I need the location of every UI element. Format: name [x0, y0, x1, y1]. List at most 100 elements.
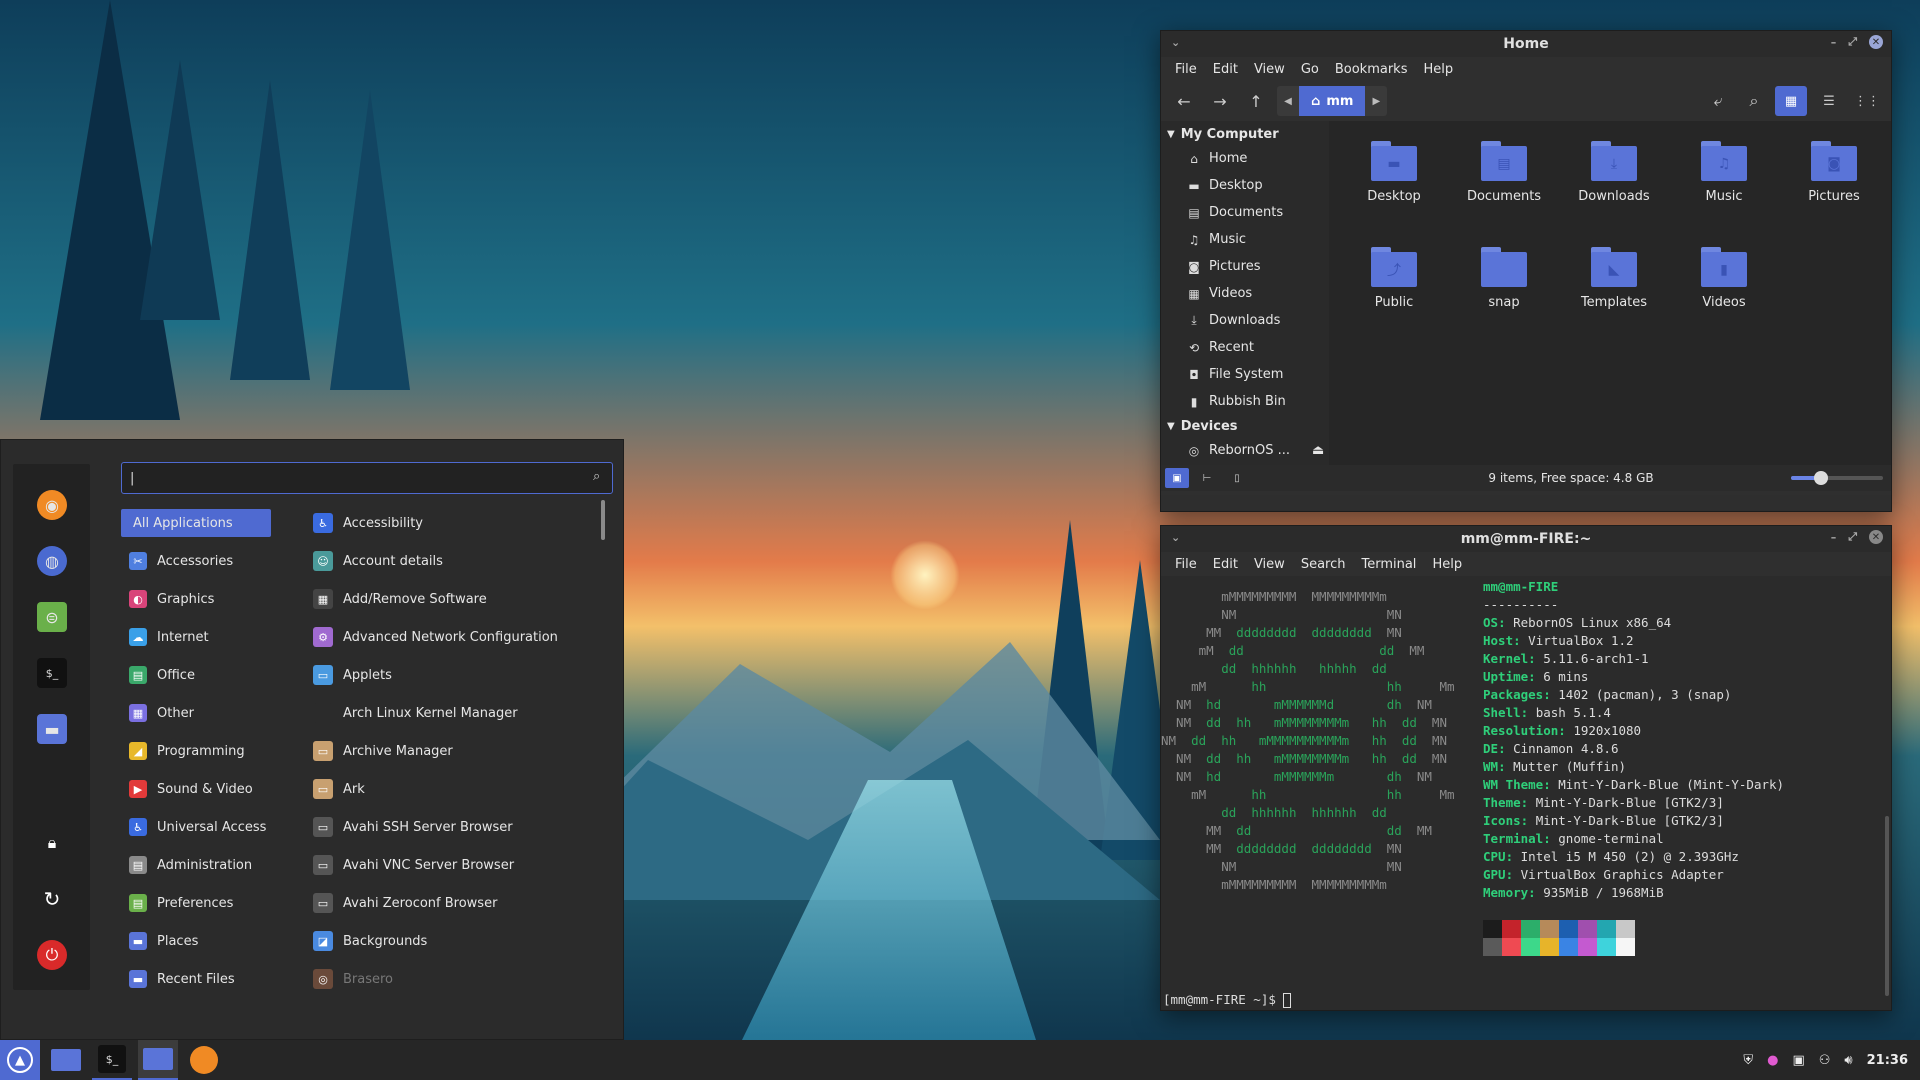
app-item[interactable]: ♿ Accessibility	[307, 504, 597, 542]
category-item[interactable]: ♿ Universal Access	[121, 808, 271, 846]
screen-icon[interactable]: ▣	[1792, 1053, 1804, 1068]
folder-item[interactable]: ▮ Videos	[1669, 241, 1779, 339]
category-item[interactable]: ◢ Programming	[121, 732, 271, 770]
close-icon[interactable]: ✕	[1869, 530, 1883, 544]
app-item[interactable]: ◪ Backgrounds	[307, 922, 597, 960]
folder-item[interactable]: ◙ Pictures	[1779, 135, 1889, 233]
menu-help[interactable]: Help	[1415, 62, 1461, 77]
app-item[interactable]: Arch Linux Kernel Manager	[307, 694, 597, 732]
network-icon[interactable]: ⚇	[1819, 1053, 1831, 1068]
menu-bookmarks[interactable]: Bookmarks	[1327, 62, 1416, 77]
app-item[interactable]: ⚙ Advanced Network Configuration	[307, 618, 597, 656]
minimize-icon[interactable]: –	[1831, 36, 1837, 49]
zoom-slider[interactable]	[1791, 471, 1883, 485]
scrollbar[interactable]	[601, 500, 605, 540]
menu-search[interactable]: Search	[1293, 557, 1354, 572]
category-item[interactable]: ▶ Sound & Video	[121, 770, 271, 808]
menu-edit[interactable]: Edit	[1205, 62, 1246, 77]
category-item[interactable]: ◐ Graphics	[121, 580, 271, 618]
lock-icon[interactable]: 🔒︎	[37, 828, 67, 858]
sidebar-item[interactable]: ◙ Pictures	[1161, 253, 1329, 280]
menu-icon[interactable]: ▲	[0, 1040, 40, 1080]
app-item[interactable]: ◎ Brasero	[307, 960, 597, 998]
category-item[interactable]: ▦ Other	[121, 694, 271, 732]
window-menu-icon[interactable]: ⌄	[1171, 36, 1180, 49]
folder-item[interactable]: snap	[1449, 241, 1559, 339]
sidebar-item[interactable]: ◎ RebornOS ... ⏏	[1161, 437, 1329, 464]
forward-icon[interactable]: →	[1205, 86, 1235, 116]
search-input[interactable]	[121, 462, 613, 494]
maximize-icon[interactable]: ⤢	[1848, 530, 1857, 544]
menu-terminal[interactable]: Terminal	[1353, 557, 1424, 572]
terminal-icon[interactable]: $_	[37, 658, 67, 688]
shell-prompt[interactable]: [mm@mm-FIRE ~]$	[1163, 992, 1292, 1008]
sidebar-section-my-computer[interactable]: ▼ My Computer	[1161, 123, 1329, 145]
eject-icon[interactable]: ⏏	[1312, 443, 1324, 458]
sidebar-item[interactable]: ⌂ Home	[1161, 145, 1329, 172]
up-icon[interactable]: ↑	[1241, 86, 1271, 116]
firefox-tray-icon[interactable]: ●	[1767, 1053, 1778, 1068]
maximize-icon[interactable]: ⤢	[1848, 35, 1857, 49]
category-item[interactable]: ✂ Accessories	[121, 542, 271, 580]
places-toggle-icon[interactable]: ▣	[1165, 468, 1189, 488]
shield-icon[interactable]: ⛨	[1743, 1053, 1753, 1068]
folder-item[interactable]: ◣ Templates	[1559, 241, 1669, 339]
folder-item[interactable]: ♫ Music	[1669, 135, 1779, 233]
folder-item[interactable]: ▬ Desktop	[1339, 135, 1449, 233]
folder-icon[interactable]: ▬	[37, 714, 67, 744]
folder-item[interactable]: ⤴ Public	[1339, 241, 1449, 339]
search-icon[interactable]: ⌕	[1739, 86, 1769, 116]
compact-view-icon[interactable]: ⋮⋮	[1851, 86, 1883, 116]
app-item[interactable]: ☺ Account details	[307, 542, 597, 580]
app-item[interactable]: ▭ Avahi Zeroconf Browser	[307, 884, 597, 922]
icon-view-icon[interactable]: ▦	[1775, 86, 1807, 116]
sidebar-item[interactable]: ▦ Videos	[1161, 280, 1329, 307]
app-item[interactable]: ▭ Applets	[307, 656, 597, 694]
clock[interactable]: 21:36	[1867, 1053, 1908, 1068]
logout-icon[interactable]: ↻	[37, 884, 67, 914]
sidebar-item[interactable]: ⤓ Downloads	[1161, 307, 1329, 334]
menu-edit[interactable]: Edit	[1205, 557, 1246, 572]
app-item[interactable]: ▭ Ark	[307, 770, 597, 808]
app-item[interactable]: ▭ Archive Manager	[307, 732, 597, 770]
window-menu-icon[interactable]: ⌄	[1171, 531, 1180, 544]
settings-icon[interactable]: ◍	[37, 546, 67, 576]
terminal-icon[interactable]: $_	[92, 1040, 132, 1080]
file-manager-titlebar[interactable]: ⌄ Home – ⤢ ✕	[1161, 31, 1891, 57]
category-item[interactable]: ▤ Preferences	[121, 884, 271, 922]
toggle-icon[interactable]: ⊜	[37, 602, 67, 632]
firefox-icon[interactable]: ◉	[37, 490, 67, 520]
folder-item[interactable]: ⤓ Downloads	[1559, 135, 1669, 233]
sidebar-item[interactable]: ▮ Rubbish Bin	[1161, 388, 1329, 415]
sidebar-item[interactable]: ◘ File System	[1161, 361, 1329, 388]
menu-go[interactable]: Go	[1293, 62, 1327, 77]
category-item[interactable]: ▤ Administration	[121, 846, 271, 884]
category-item[interactable]: ▬ Places	[121, 922, 271, 960]
minimize-icon[interactable]: –	[1831, 531, 1837, 544]
menu-view[interactable]: View	[1246, 557, 1293, 572]
sidebar-item[interactable]: ▤ Documents	[1161, 199, 1329, 226]
category-item[interactable]: ▬ Recent Files	[121, 960, 271, 998]
hide-sidebar-icon[interactable]: ▯	[1225, 468, 1249, 488]
terminal-output[interactable]: mMMMMMMMMM MMMMMMMMMm NM MN MM dddddddd …	[1161, 576, 1891, 1010]
category-item[interactable]: All Applications	[121, 509, 271, 537]
sidebar-item[interactable]: ♫ Music	[1161, 226, 1329, 253]
app-item[interactable]: ▭ Avahi VNC Server Browser	[307, 846, 597, 884]
back-icon[interactable]: ←	[1169, 86, 1199, 116]
tree-toggle-icon[interactable]: ⊢	[1195, 468, 1219, 488]
sidebar-item[interactable]: ▬ Desktop	[1161, 172, 1329, 199]
power-icon[interactable]: ⏻	[37, 940, 67, 970]
menu-file[interactable]: File	[1167, 62, 1205, 77]
menu-file[interactable]: File	[1167, 557, 1205, 572]
category-item[interactable]: ☁ Internet	[121, 618, 271, 656]
close-icon[interactable]: ✕	[1869, 35, 1883, 49]
category-item[interactable]: ▤ Office	[121, 656, 271, 694]
sidebar-item[interactable]: ⟲ Recent	[1161, 334, 1329, 361]
app-item[interactable]: ▭ Avahi SSH Server Browser	[307, 808, 597, 846]
menu-view[interactable]: View	[1246, 62, 1293, 77]
volume-icon[interactable]: 🔊︎	[1844, 1053, 1852, 1068]
path-crumb-home[interactable]: ⌂ mm	[1299, 86, 1366, 116]
firefox-icon[interactable]	[184, 1040, 224, 1080]
files-icon[interactable]	[138, 1040, 178, 1080]
menu-help[interactable]: Help	[1424, 557, 1470, 572]
